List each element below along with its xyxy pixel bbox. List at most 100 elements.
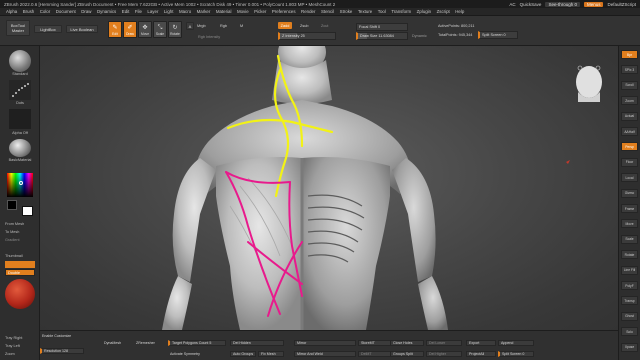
rotate-mode-button[interactable]: ↻ Rotate: [168, 21, 182, 38]
menu-draw[interactable]: Draw: [81, 9, 91, 14]
close-holes-button[interactable]: Close Holes: [390, 340, 424, 346]
edit-mode-button[interactable]: ✎ Edit: [108, 21, 122, 38]
menu-help[interactable]: Help: [455, 9, 464, 14]
scale-mode-button[interactable]: ⤡ Scale: [153, 21, 167, 38]
sculpt-model[interactable]: [40, 46, 618, 330]
draw-mode-button[interactable]: ✐ Draw: [123, 21, 137, 38]
fix-mesh-button[interactable]: Fix Mesh: [258, 351, 284, 357]
ac-button[interactable]: AC: [509, 2, 515, 7]
menu-zplugin[interactable]: Zplugin: [417, 9, 431, 14]
move-mode-button[interactable]: ✥ Move: [138, 21, 152, 38]
righttray-spix-3-button[interactable]: SPix 3: [621, 65, 638, 75]
lightbox-button[interactable]: LightBox: [34, 25, 62, 33]
menu-texture[interactable]: Texture: [358, 9, 372, 14]
righttray-scroll-button[interactable]: Scroll: [621, 80, 638, 90]
stroke-thumbnail[interactable]: [9, 80, 31, 100]
menu-dynamics[interactable]: Dynamics: [97, 9, 116, 14]
double-button[interactable]: Double: [5, 269, 35, 276]
bottom-split-screen-slider[interactable]: Split Screen 0: [498, 351, 534, 357]
righttray-polyf-button[interactable]: PolyF: [621, 281, 638, 290]
append-button[interactable]: Append: [498, 340, 534, 346]
mirror-button[interactable]: Mirror: [294, 340, 356, 346]
menu-color[interactable]: Color: [40, 9, 51, 14]
resolution-slider[interactable]: Resolution 128: [40, 348, 84, 354]
boxtool-master-button[interactable]: BoxTool Master: [6, 20, 30, 36]
del-hidden-button[interactable]: Del Hidden: [230, 340, 284, 346]
menu-preferences[interactable]: Preferences: [272, 9, 296, 14]
righttray-move-button[interactable]: Move: [621, 219, 638, 229]
from-mesh-button[interactable]: From Mesh: [0, 222, 40, 226]
righttray-persp-button[interactable]: Persp: [621, 142, 638, 152]
target-polygons-slider[interactable]: Target Polygons Count 5: [168, 340, 226, 346]
default-zscript-button[interactable]: DefaultZScript: [607, 2, 636, 7]
zadd-toggle[interactable]: Zadd: [278, 22, 292, 29]
dynamesh-button[interactable]: DynaMesh: [102, 340, 128, 346]
quicksave-button[interactable]: QuickSave: [520, 2, 542, 7]
menu-marker[interactable]: Marker: [197, 9, 211, 14]
mirror-and-weld-button[interactable]: Mirror And Weld: [294, 351, 356, 357]
dynamic-toggle[interactable]: Dynamic: [412, 34, 427, 38]
navigation-head-gizmo[interactable]: [570, 58, 608, 102]
righttray-line-fill-button[interactable]: Line Fill: [621, 265, 638, 275]
righttray-rotate-button[interactable]: Rotate: [621, 250, 638, 260]
menu-transform[interactable]: Transform: [391, 9, 411, 14]
del-lower-button[interactable]: Del Lower: [426, 340, 462, 346]
righttray-actual-button[interactable]: Actual: [621, 111, 638, 121]
righttray-gizmo-button[interactable]: Gizmo: [621, 188, 638, 198]
righttray-bpr-button[interactable]: Bpr: [621, 50, 638, 59]
del-higher-button[interactable]: Del Higher: [426, 351, 462, 357]
tray-left-button[interactable]: Tray Left: [0, 344, 40, 348]
righttray-xpose-button[interactable]: Xpose: [621, 342, 638, 352]
righttray-solo-button[interactable]: Solo: [621, 327, 638, 337]
menu-macro[interactable]: Macro: [179, 9, 191, 14]
righttray-local-button[interactable]: Local: [621, 173, 638, 183]
menu-movie[interactable]: Movie: [237, 9, 249, 14]
rgb-toggle[interactable]: Rgb: [220, 24, 227, 28]
color-picker-cursor[interactable]: [19, 181, 23, 185]
zsub-toggle[interactable]: Zsub: [300, 24, 308, 28]
righttray-transp-button[interactable]: Transp: [621, 296, 638, 306]
viewport-canvas[interactable]: [40, 46, 618, 330]
menu-file[interactable]: File: [135, 9, 142, 14]
zcut-toggle[interactable]: Zcut: [321, 24, 328, 28]
live-boolean-button[interactable]: Live Boolean: [66, 25, 98, 33]
alpha-thumbnail[interactable]: [9, 109, 31, 129]
menu-document[interactable]: Document: [56, 9, 76, 14]
righttray-floor-button[interactable]: Floor: [621, 157, 638, 167]
rgb-intensity-slider[interactable]: Rgb Intensity: [198, 35, 220, 39]
zoom-button[interactable]: Zoom: [0, 352, 40, 356]
activate-symmetry-button[interactable]: Activate Symmetry: [168, 351, 220, 357]
focal-shift-slider[interactable]: Focal Shift 0: [356, 23, 408, 31]
menu-alpha[interactable]: Alpha: [6, 9, 17, 14]
menu-light[interactable]: Light: [164, 9, 174, 14]
brush-thumbnail[interactable]: [9, 50, 31, 72]
enable-customize-button[interactable]: Enable Customize: [40, 333, 84, 339]
menu-stroke[interactable]: Stroke: [340, 9, 353, 14]
main-color-swatch[interactable]: [7, 200, 17, 210]
menu-layer[interactable]: Layer: [147, 9, 158, 14]
thumbnail-bar[interactable]: [5, 261, 35, 268]
menus-button[interactable]: Menus: [583, 1, 604, 7]
menu-tool[interactable]: Tool: [378, 9, 386, 14]
righttray-zoom-button[interactable]: Zoom: [621, 96, 638, 106]
groups-split-button[interactable]: Groups Split: [390, 351, 424, 357]
draw-size-slider[interactable]: Draw Size 11.63084: [356, 32, 408, 40]
tray-right-button[interactable]: Tray Right: [0, 336, 40, 340]
export-button[interactable]: Export: [466, 340, 496, 346]
gradient-label[interactable]: Gradient: [0, 238, 40, 242]
see-through-slider[interactable]: See-through 0: [545, 1, 580, 7]
righttray-scale-button[interactable]: Scale: [621, 234, 638, 244]
material-preview-sphere[interactable]: [5, 279, 35, 309]
auto-groups-button[interactable]: Auto Groups: [230, 351, 256, 357]
righttray-ghost-button[interactable]: Ghost: [621, 311, 638, 321]
split-screen-slider[interactable]: Split Screen 0: [478, 31, 518, 39]
righttray-aahalf-button[interactable]: AAHalf: [621, 127, 638, 136]
secondary-color-swatch[interactable]: [22, 206, 33, 216]
righttray-frame-button[interactable]: Frame: [621, 204, 638, 213]
projectall-button[interactable]: ProjectAll: [466, 351, 496, 357]
z-intensity-slider[interactable]: Z Intensity 25: [278, 32, 336, 40]
menu-picker[interactable]: Picker: [254, 9, 266, 14]
menu-edit[interactable]: Edit: [122, 9, 130, 14]
menu-stencil[interactable]: Stencil: [321, 9, 334, 14]
color-picker[interactable]: [7, 173, 33, 197]
